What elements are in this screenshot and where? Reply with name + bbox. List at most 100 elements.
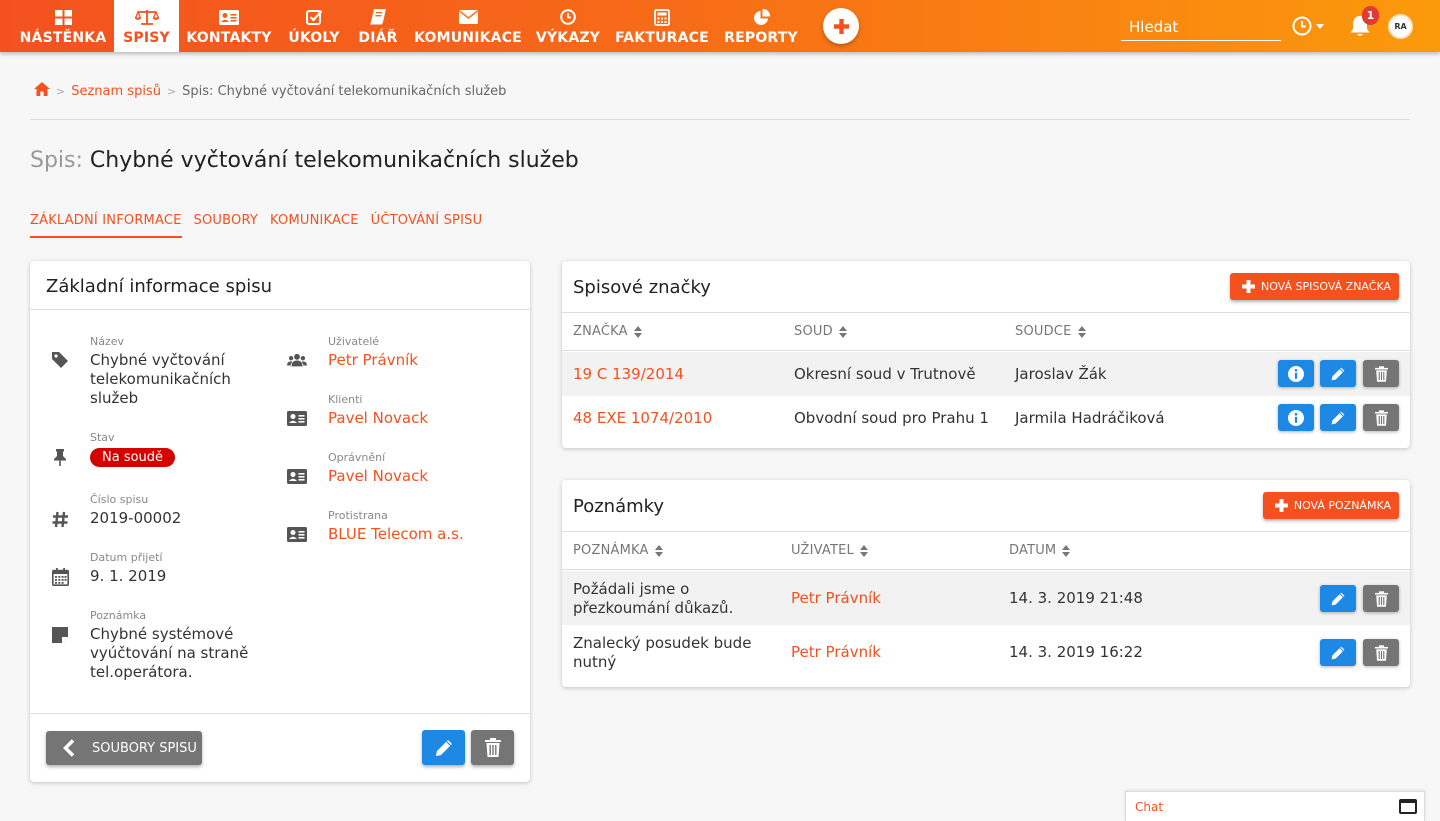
- delete-button[interactable]: [1363, 360, 1399, 387]
- edit-button[interactable]: [1320, 404, 1356, 431]
- field-label: Číslo spisu: [90, 493, 149, 506]
- authorized-link[interactable]: Pavel Novack: [328, 467, 428, 486]
- case-marks-card: Spisové značky NOVÁ SPISOVÁ ZNAČKA ZNAČK…: [562, 261, 1410, 448]
- nav-item-reporty[interactable]: REPORTY: [723, 0, 799, 52]
- info-icon: [1288, 365, 1304, 382]
- opponent-link[interactable]: BLUE Telecom a.s.: [328, 525, 464, 544]
- quick-add-button[interactable]: [823, 8, 859, 44]
- field-value-line: telekomunikačních: [90, 370, 231, 388]
- case-mark-link[interactable]: 19 C 139/2014: [573, 365, 684, 384]
- tab-files[interactable]: SOUBORY: [194, 211, 258, 238]
- column-header-mark[interactable]: ZNAČKA: [573, 324, 642, 339]
- page-title-prefix: Spis:: [30, 148, 83, 173]
- field-label: Klienti: [328, 393, 363, 406]
- nav-item-spisy[interactable]: SPISY: [114, 0, 179, 52]
- note-icon: [50, 625, 70, 645]
- breadcrumb-link-case-list[interactable]: Seznam spisů: [71, 84, 161, 99]
- sort-icon: [1077, 325, 1086, 338]
- edit-button[interactable]: [1320, 585, 1356, 612]
- field-value-line: Chybné systémové: [90, 625, 234, 643]
- nav-label: NÁSTĚNKA: [19, 30, 107, 46]
- breadcrumb-current: Spis: Chybné vyčtování telekomunikačních…: [182, 83, 507, 99]
- field-clients: Klienti Pavel Novack: [328, 393, 428, 428]
- user-link[interactable]: Petr Právník: [791, 643, 881, 662]
- nav-label: ÚKOLY: [288, 30, 340, 46]
- clock-icon: [1292, 16, 1312, 36]
- table-row: Znalecký posudek bude nutný Petr Právník…: [562, 625, 1410, 679]
- note-line: přezkoumání důkazů.: [573, 599, 734, 617]
- page-title-name: Chybné vyčtování telekomunikačních služe…: [89, 148, 579, 173]
- field-name: Název Chybné vyčtování telekomunikačních…: [90, 335, 270, 408]
- column-header-note[interactable]: POZNÁMKA: [573, 543, 663, 558]
- field-label: Název: [90, 335, 125, 348]
- tag-icon: [50, 350, 70, 370]
- note-line: Požádali jsme o: [573, 580, 690, 598]
- pie-chart-icon: [753, 8, 770, 25]
- judge-cell: Jaroslav Žák: [1015, 365, 1107, 383]
- column-header-date[interactable]: DATUM: [1009, 543, 1071, 558]
- user-link[interactable]: Petr Právník: [328, 351, 418, 370]
- sort-icon: [1062, 544, 1071, 557]
- case-files-button[interactable]: SOUBORY SPISU: [46, 731, 202, 765]
- chat-widget[interactable]: Chat: [1125, 791, 1425, 821]
- nav-item-diar[interactable]: DIÁŘ: [357, 0, 399, 52]
- nav-item-komunikace[interactable]: KOMUNIKACE: [414, 0, 522, 52]
- table-row: 48 EXE 1074/2010 Obvodní soud pro Prahu …: [562, 396, 1410, 440]
- nav-item-fakturace[interactable]: FAKTURACE: [615, 0, 709, 52]
- contact-card-icon: [219, 9, 239, 25]
- tab-basic-info[interactable]: ZÁKLADNÍ INFORMACE: [30, 211, 182, 238]
- field-case-number: Číslo spisu 2019-00002: [90, 493, 181, 528]
- delete-case-button[interactable]: [471, 730, 514, 765]
- column-header-judge[interactable]: SOUDCE: [1015, 324, 1086, 339]
- contact-card-icon: [287, 466, 307, 486]
- nav-item-kontakty[interactable]: KONTAKTY: [186, 0, 272, 52]
- edit-case-button[interactable]: [422, 730, 465, 765]
- tab-communication[interactable]: KOMUNIKACE: [270, 211, 359, 238]
- contact-card-icon: [287, 524, 307, 544]
- field-note: Poznámka Chybné systémové vyúčtování na …: [90, 609, 290, 682]
- client-link[interactable]: Pavel Novack: [328, 409, 428, 428]
- envelope-icon: [458, 9, 478, 25]
- user-link[interactable]: Petr Právník: [791, 589, 881, 608]
- chevron-left-icon: [46, 739, 92, 757]
- field-authorized: Oprávnění Pavel Novack: [328, 451, 428, 486]
- home-icon[interactable]: [34, 82, 50, 100]
- info-button[interactable]: [1278, 360, 1314, 387]
- page-title: Spis: Chybné vyčtování telekomunikačních…: [30, 148, 579, 173]
- nav-item-nastenka[interactable]: NÁSTĚNKA: [14, 0, 112, 52]
- nav-item-vykazy[interactable]: VÝKAZY: [536, 0, 600, 52]
- time-tracker-dropdown[interactable]: [1292, 16, 1324, 36]
- plus-icon: [1274, 499, 1288, 512]
- column-header-court[interactable]: SOUD: [794, 324, 847, 339]
- delete-button[interactable]: [1363, 585, 1399, 612]
- new-note-button[interactable]: NOVÁ POZNÁMKA: [1262, 492, 1399, 519]
- edit-button[interactable]: [1320, 360, 1356, 387]
- user-avatar[interactable]: RA: [1388, 14, 1413, 39]
- new-case-mark-button[interactable]: NOVÁ SPISOVÁ ZNAČKA: [1229, 273, 1399, 300]
- contact-card-icon: [287, 408, 307, 428]
- pencil-icon: [1331, 367, 1345, 380]
- court-cell: Obvodní soud pro Prahu 1: [794, 409, 989, 427]
- sort-icon: [633, 325, 642, 338]
- delete-button[interactable]: [1363, 404, 1399, 431]
- field-opponent: Protistrana BLUE Telecom a.s.: [328, 509, 464, 544]
- case-mark-link[interactable]: 48 EXE 1074/2010: [573, 409, 712, 428]
- users-icon: [287, 350, 307, 370]
- notification-count-badge: 1: [1362, 6, 1379, 25]
- column-header-user[interactable]: UŽIVATEL: [791, 543, 868, 558]
- info-button[interactable]: [1278, 404, 1314, 431]
- field-value-line: služeb: [90, 389, 139, 407]
- nav-item-ukoly[interactable]: ÚKOLY: [286, 0, 342, 52]
- field-value-line: tel.operátora.: [90, 663, 193, 681]
- breadcrumb-separator: >: [166, 84, 177, 98]
- date-cell: 14. 3. 2019 16:22: [1009, 643, 1143, 661]
- trash-icon: [1374, 590, 1388, 607]
- delete-button[interactable]: [1363, 639, 1399, 666]
- search-input[interactable]: [1121, 14, 1281, 40]
- edit-button[interactable]: [1320, 639, 1356, 666]
- tab-billing[interactable]: ÚČTOVÁNÍ SPISU: [371, 211, 483, 238]
- calculator-icon: [654, 8, 670, 26]
- nav-label: DIÁŘ: [358, 30, 398, 46]
- book-icon: [370, 9, 386, 25]
- plus-icon: [833, 18, 849, 34]
